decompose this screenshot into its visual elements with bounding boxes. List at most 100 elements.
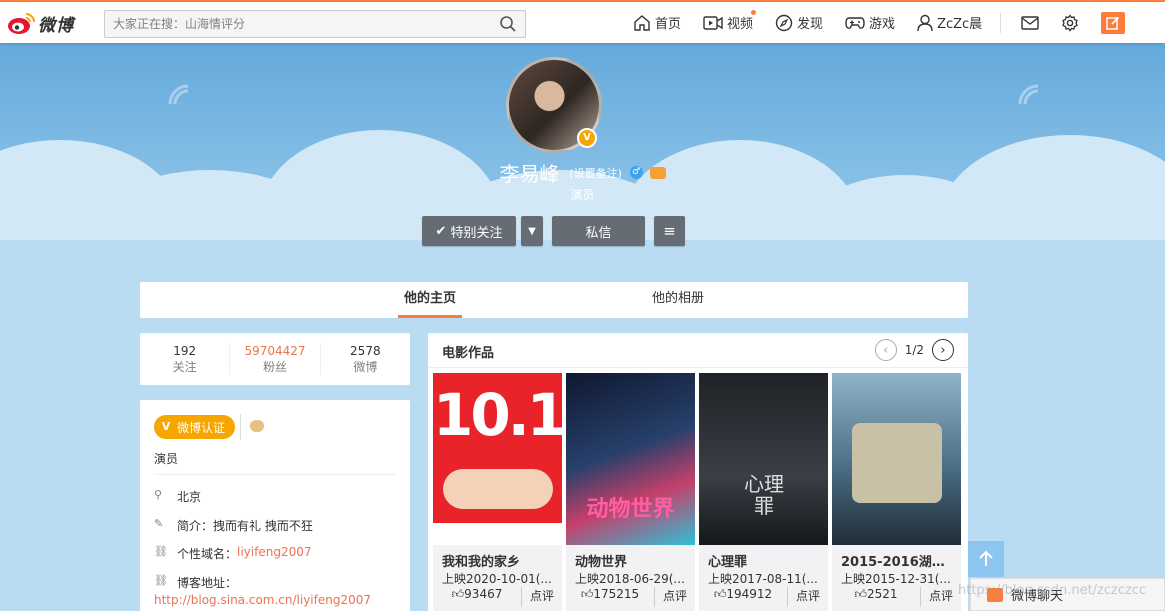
private-message-button[interactable]: 私信 bbox=[552, 216, 645, 246]
blog-link[interactable]: http://blog.sina.com.cn/liyifeng2007 bbox=[154, 593, 371, 607]
info-domain: ⛓ 个性域名： liyifeng2007 bbox=[154, 545, 312, 562]
movie-actions: 👍︎93467 点评 bbox=[433, 587, 562, 607]
set-remark-link[interactable]: (设置备注) bbox=[569, 167, 622, 180]
nav-home-label: 首页 bbox=[655, 17, 682, 32]
stat-following-value: 192 bbox=[173, 344, 197, 358]
movie-poster[interactable] bbox=[832, 373, 961, 545]
menu-icon: ≡ bbox=[663, 222, 676, 240]
review-button[interactable]: 点评 bbox=[522, 587, 562, 607]
thumbs-up-icon: 👍︎ bbox=[580, 587, 594, 601]
movie-card[interactable]: 心理罪 心理罪 上映2017-08-11(... 👍︎194912 点评 bbox=[699, 373, 828, 611]
gamepad-icon bbox=[845, 16, 865, 29]
weibo-verified-badge[interactable]: V 微博认证 bbox=[154, 415, 236, 439]
prev-page-button[interactable]: ‹ bbox=[874, 339, 897, 361]
movies-pager: ‹ 1/2 › bbox=[874, 339, 954, 361]
thumbs-up-icon: 👍︎ bbox=[451, 587, 465, 601]
nav-discover-label: 发现 bbox=[797, 17, 824, 32]
weibo-chat-button[interactable]: 微博聊天 bbox=[970, 578, 1165, 611]
movie-poster[interactable]: 心理罪 bbox=[699, 373, 828, 545]
follow-dropdown-button[interactable]: ▼ bbox=[521, 216, 543, 246]
movie-name[interactable]: 我和我的家乡 bbox=[433, 545, 562, 570]
settings-button[interactable] bbox=[1061, 13, 1079, 32]
profile-occupation: 演员 bbox=[570, 188, 595, 202]
chat-label: 微博聊天 bbox=[1011, 589, 1064, 604]
like-count: 175215 bbox=[593, 587, 640, 601]
poster-title-text: 动物世界 bbox=[586, 497, 675, 522]
info-divider bbox=[154, 474, 396, 475]
review-button[interactable]: 点评 bbox=[921, 587, 961, 607]
badge-icon[interactable] bbox=[250, 420, 264, 432]
stat-posts-value: 2578 bbox=[350, 344, 381, 358]
domain-label: 个性域名： bbox=[177, 547, 238, 561]
movie-card[interactable]: 10.1 我和我的家乡 上映2020-10-01(... 👍︎93467 点评 bbox=[433, 373, 562, 611]
stat-following[interactable]: 192 关注 bbox=[140, 343, 231, 375]
stat-posts-label: 微博 bbox=[353, 360, 378, 374]
bio-label: 简介： bbox=[177, 519, 214, 533]
movie-card[interactable]: 动物世界 动物世界 上映2018-06-29(... 👍︎175215 点评 bbox=[566, 373, 695, 611]
search-input[interactable] bbox=[105, 11, 485, 37]
domain-link[interactable]: liyifeng2007 bbox=[237, 545, 311, 559]
thumbs-up-icon: 👍︎ bbox=[713, 587, 727, 601]
stat-following-label: 关注 bbox=[172, 360, 197, 374]
stats-card: 192 关注 59704427 粉丝 2578 微博 bbox=[140, 333, 410, 385]
blog-label: 博客地址： bbox=[177, 576, 238, 590]
movie-date: 上映2015-12-31(... bbox=[841, 572, 951, 586]
movie-date: 上映2017-08-11(... bbox=[708, 572, 818, 586]
tab-album[interactable]: 他的相册 bbox=[646, 282, 710, 318]
like-button[interactable]: 👍︎2521 bbox=[832, 587, 921, 607]
page-indicator: 1/2 bbox=[904, 343, 924, 357]
main-nav: 首页 视频 发现 游戏 ZcZc晨 bbox=[633, 2, 1126, 43]
home-icon bbox=[634, 14, 650, 31]
nav-discover[interactable]: 发现 bbox=[775, 13, 823, 32]
next-page-button[interactable]: › bbox=[932, 339, 954, 361]
movie-name[interactable]: 2015-2016湖南卫... bbox=[832, 545, 961, 570]
profile-tabs: 他的主页 他的相册 bbox=[140, 282, 968, 318]
stat-posts[interactable]: 2578 微博 bbox=[321, 343, 410, 375]
nav-games-label: 游戏 bbox=[869, 17, 896, 32]
nav-games[interactable]: 游戏 bbox=[845, 13, 895, 32]
compose-button[interactable] bbox=[1101, 11, 1126, 34]
mail-icon bbox=[1021, 15, 1039, 30]
movie-name[interactable]: 动物世界 bbox=[566, 545, 695, 570]
nav-video[interactable]: 视频 bbox=[703, 10, 757, 32]
review-button[interactable]: 点评 bbox=[655, 587, 695, 607]
like-button[interactable]: 👍︎93467 bbox=[433, 587, 522, 607]
more-menu-button[interactable]: ≡ bbox=[654, 216, 685, 246]
messages-button[interactable] bbox=[1021, 15, 1039, 30]
movies-divider bbox=[428, 367, 968, 368]
movie-name[interactable]: 心理罪 bbox=[699, 545, 828, 570]
nav-user-label: ZcZc晨 bbox=[937, 17, 983, 32]
poster-title-text: 10.1 bbox=[433, 381, 562, 449]
movie-actions: 👍︎2521 点评 bbox=[832, 587, 961, 607]
weibo-logo-icon bbox=[8, 12, 36, 34]
verified-badge-icon: V bbox=[577, 128, 597, 148]
caret-down-icon: ▼ bbox=[528, 225, 536, 237]
blog-link-icon: ⛓ bbox=[154, 574, 168, 587]
gear-icon bbox=[1062, 13, 1079, 32]
nav-home[interactable]: 首页 bbox=[633, 13, 681, 32]
like-button[interactable]: 👍︎175215 bbox=[566, 587, 655, 607]
nav-user[interactable]: ZcZc晨 bbox=[917, 13, 982, 32]
search-icon[interactable] bbox=[499, 15, 517, 33]
video-icon bbox=[703, 15, 723, 30]
like-button[interactable]: 👍︎194912 bbox=[699, 587, 788, 607]
verified-v-icon: V bbox=[161, 420, 171, 433]
stat-followers[interactable]: 59704427 粉丝 bbox=[230, 343, 321, 375]
weibo-logo[interactable]: 微博 bbox=[6, 9, 96, 37]
movies-title: 电影作品 bbox=[442, 346, 495, 361]
movie-date: 上映2020-10-01(... bbox=[442, 572, 552, 586]
review-button[interactable]: 点评 bbox=[788, 587, 828, 607]
tab-home[interactable]: 他的主页 bbox=[398, 282, 463, 318]
movie-date: 上映2018-06-29(... bbox=[575, 572, 685, 586]
movie-poster[interactable]: 动物世界 bbox=[566, 373, 695, 545]
bio-value: 拽而有礼 拽而不狂 bbox=[213, 519, 313, 533]
location-pin-icon: ⚲ bbox=[154, 488, 163, 501]
chat-icon bbox=[987, 587, 1003, 602]
movie-card[interactable]: 2015-2016湖南卫... 上映2015-12-31(... 👍︎2521 … bbox=[832, 373, 961, 611]
video-new-dot bbox=[751, 10, 757, 15]
back-to-top-button[interactable] bbox=[968, 541, 1004, 577]
movie-poster[interactable]: 10.1 bbox=[433, 373, 562, 545]
special-follow-button[interactable]: ✔ 特别关注 bbox=[422, 216, 516, 246]
search-box bbox=[104, 10, 526, 38]
vip-level-icon[interactable] bbox=[649, 166, 666, 179]
